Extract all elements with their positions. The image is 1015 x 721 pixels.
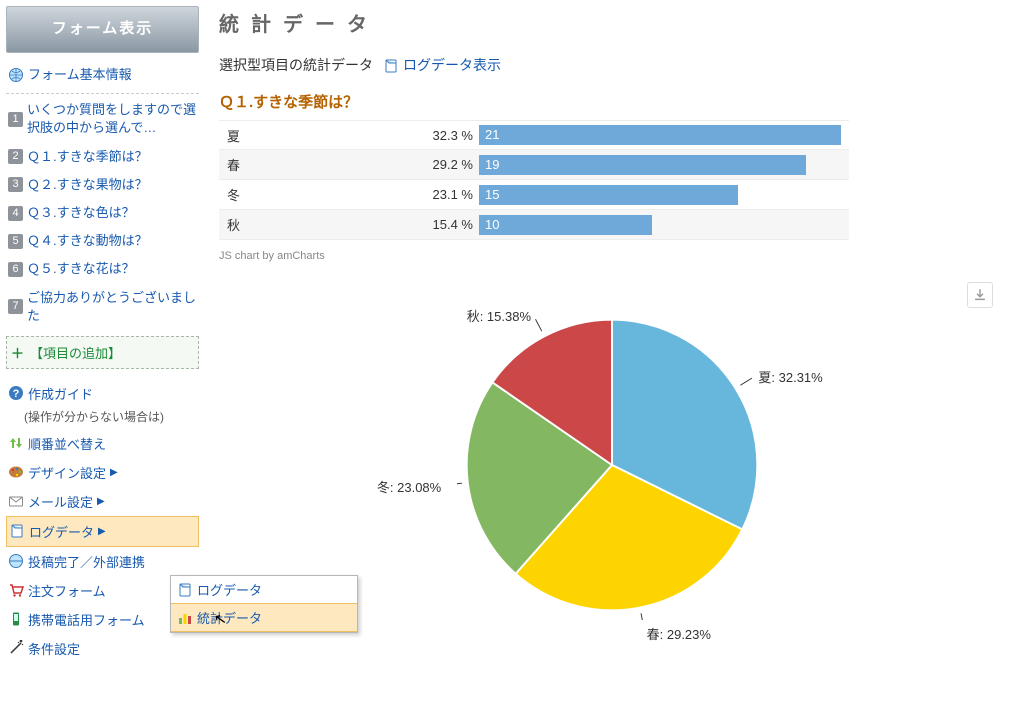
bar-track: 10 — [479, 215, 849, 235]
sidebar-item-q1[interactable]: 1 いくつか質問をしますので選択肢の中から選んで… — [6, 96, 199, 142]
sidebar-tool-sort[interactable]: 順番並べ替え — [6, 429, 199, 458]
sort-icon — [8, 435, 24, 451]
bar-row: 春29.2 %19 — [219, 150, 849, 180]
sidebar-item-q4[interactable]: 4 Ｑ３.すきな色は？ — [6, 199, 199, 227]
bar-label: 冬 — [219, 185, 409, 204]
sidebar-item-label: Ｑ５.すきな花は？ — [27, 260, 135, 278]
page-title: 統計データ — [219, 8, 997, 37]
submenu-item-label: ログデータ — [197, 580, 262, 599]
chevron-right-icon: ▶ — [97, 496, 105, 507]
mail-icon — [8, 493, 24, 509]
bar-label: 夏 — [219, 126, 409, 145]
question-title: Ｑ１.すきな季節は？ — [219, 91, 997, 112]
chart-credit: JS chart by amCharts — [219, 250, 997, 262]
bar-percent: 15.4 % — [409, 217, 479, 232]
log-link-label: ログデータ表示 — [403, 55, 501, 75]
sidebar-item-q2[interactable]: 2 Ｑ１.すきな季節は？ — [6, 143, 199, 171]
page-subtitle: 選択型項目の統計データ — [219, 55, 373, 75]
sidebar-item-q3[interactable]: 3 Ｑ２.すきな果物は？ — [6, 171, 199, 199]
question-number-badge: 2 — [8, 149, 23, 164]
bar-percent: 29.2 % — [409, 157, 479, 172]
pie-label: 冬: 23.08% — [377, 477, 441, 496]
bar-percent: 23.1 % — [409, 187, 479, 202]
sidebar-item-label: メール設定 — [28, 492, 93, 511]
mobile-icon — [8, 611, 24, 627]
sidebar-item-q6[interactable]: 6 Ｑ５.すきな花は？ — [6, 255, 199, 283]
cart-icon — [8, 582, 24, 598]
sidebar-item-label: Ｑ４.すきな動物は？ — [27, 232, 148, 250]
question-number-badge: 4 — [8, 206, 23, 221]
sidebar-item-label: 投稿完了／外部連携 — [28, 552, 145, 571]
pie-chart — [457, 310, 767, 620]
globe-small-icon — [8, 553, 24, 569]
log-data-link[interactable]: ログデータ表示 — [383, 55, 501, 75]
sidebar-item-q5[interactable]: 5 Ｑ４.すきな動物は？ — [6, 227, 199, 255]
sidebar-tool-post[interactable]: 投稿完了／外部連携 — [6, 547, 199, 576]
bar-chart: 夏32.3 %21春29.2 %19冬23.1 %15秋15.4 %10 — [219, 120, 849, 240]
bar-fill: 10 — [479, 215, 652, 235]
add-item-label: 【項目の追加】 — [30, 343, 121, 362]
bar-row: 冬23.1 %15 — [219, 180, 849, 210]
sidebar-tool-log[interactable]: ログデータ ▶ — [6, 516, 199, 547]
sidebar-item-label: 順番並べ替え — [28, 434, 106, 453]
add-item-button[interactable]: ＋ 【項目の追加】 — [6, 336, 199, 369]
log-submenu: ログデータ 統計データ — [170, 575, 358, 633]
sidebar-item-q7[interactable]: 7 ご協力ありがとうございました — [6, 284, 199, 330]
sidebar-item-label: Ｑ３.すきな色は？ — [27, 204, 135, 222]
plus-icon: ＋ — [11, 343, 24, 362]
pie-label: 秋: 15.38% — [467, 306, 531, 325]
sidebar-tool-guide-sub: (操作が分からない場合は) — [6, 408, 199, 429]
submenu-item-stats[interactable]: 統計データ — [171, 603, 357, 632]
pie-label: 春: 29.23% — [647, 624, 711, 643]
page-icon — [177, 582, 193, 598]
question-number-badge: 7 — [8, 299, 23, 314]
sidebar-item-label: 作成ガイド — [28, 384, 93, 403]
sidebar-item-label: 条件設定 — [28, 639, 80, 658]
question-number-badge: 6 — [8, 262, 23, 277]
bar-chart-icon — [177, 610, 193, 626]
sidebar-item-label: デザイン設定 — [28, 463, 106, 482]
sidebar-item-form-info[interactable]: フォーム基本情報 — [6, 61, 199, 89]
page-subtitle-row: 選択型項目の統計データ ログデータ表示 — [219, 55, 997, 75]
sidebar-tool-design[interactable]: デザイン設定 ▶ — [6, 458, 199, 487]
chevron-right-icon: ▶ — [98, 526, 106, 537]
sidebar-item-label: ログデータ — [29, 522, 94, 541]
wand-icon — [8, 640, 24, 656]
submenu-item-log[interactable]: ログデータ — [171, 576, 357, 603]
palette-icon — [8, 464, 24, 480]
sidebar-item-label: 携帯電話用フォーム — [28, 610, 145, 629]
bar-fill: 19 — [479, 155, 806, 175]
sidebar-item-label: Ｑ２.すきな果物は？ — [27, 176, 148, 194]
bar-track: 21 — [479, 125, 849, 145]
bar-label: 秋 — [219, 215, 409, 234]
sidebar-item-label: ご協力ありがとうございました — [27, 289, 197, 325]
bar-row: 夏32.3 %21 — [219, 120, 849, 150]
sidebar-item-label: Ｑ１.すきな季節は？ — [27, 148, 148, 166]
help-icon: ? — [8, 385, 24, 401]
question-number-badge: 5 — [8, 234, 23, 249]
bar-percent: 32.3 % — [409, 128, 479, 143]
bar-label: 春 — [219, 155, 409, 174]
sidebar-header: フォーム表示 — [6, 6, 199, 53]
question-number-badge: 1 — [8, 112, 23, 127]
svg-text:?: ? — [13, 388, 20, 400]
bar-row: 秋15.4 %10 — [219, 210, 849, 240]
globe-icon — [8, 67, 24, 83]
sidebar-tool-cond[interactable]: 条件設定 — [6, 634, 199, 663]
page-icon — [383, 58, 399, 72]
sidebar-tool-mail[interactable]: メール設定 ▶ — [6, 487, 199, 516]
submenu-item-label: 統計データ — [197, 608, 262, 627]
bar-fill: 21 — [479, 125, 841, 145]
page-icon — [9, 523, 25, 539]
bar-fill: 15 — [479, 185, 738, 205]
bar-track: 19 — [479, 155, 849, 175]
chevron-right-icon: ▶ — [110, 467, 118, 478]
bar-track: 15 — [479, 185, 849, 205]
sidebar-item-label: フォーム基本情報 — [28, 66, 132, 84]
sidebar-item-label: 注文フォーム — [28, 581, 106, 600]
sidebar-tool-guide[interactable]: ? 作成ガイド — [6, 379, 199, 408]
pie-label: 夏: 32.31% — [758, 367, 822, 386]
sidebar-item-label: いくつか質問をしますので選択肢の中から選んで… — [27, 101, 197, 137]
question-number-badge: 3 — [8, 177, 23, 192]
